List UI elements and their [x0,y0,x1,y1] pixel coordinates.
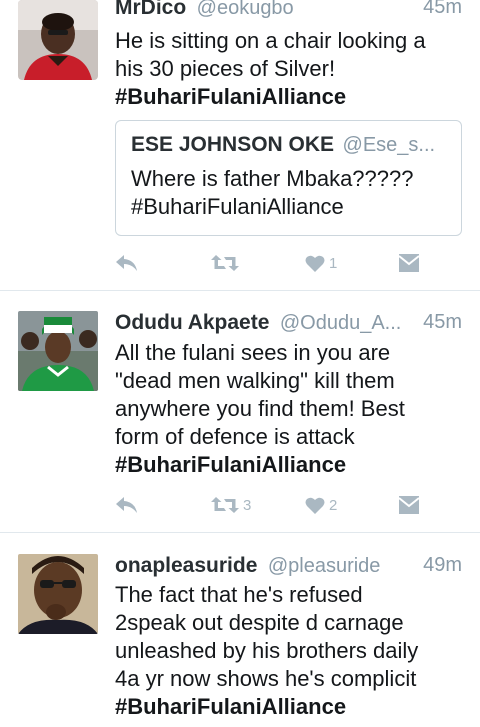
avatar-photo-icon [18,311,98,391]
retweet-icon [211,497,239,513]
tweet-text-line: "dead men walking" kill them [115,368,395,393]
hashtag-link[interactable]: #BuhariFulaniAlliance [115,83,470,111]
quoted-text-line: Where is father Mbaka????? [131,166,414,191]
tweet-text-line: his 30 pieces of Silver! [115,56,336,81]
tweet-text: All the fulani sees in you are "dead men… [115,339,470,479]
tweet[interactable]: MrDico @eokugbo 45m He is sitting on a c… [0,0,480,290]
user-handle[interactable]: @pleasuride [268,555,381,577]
quoted-user-name: ESE JOHNSON OKE [131,133,335,156]
tweet-text-line: anywhere you find them! Best [115,396,405,421]
quoted-text-line: #BuhariFulaniAlliance [131,194,344,219]
timestamp: 45m [423,0,462,18]
envelope-icon [399,496,419,514]
like-button[interactable]: 2 [305,492,337,518]
tweet-text-line: The fact that he's refused [115,582,363,607]
heart-icon [305,255,325,272]
user-handle[interactable]: @Odudu_A... [280,312,401,334]
avatar-photo-icon [18,554,98,634]
direct-message-button[interactable] [399,492,419,518]
retweet-button[interactable]: 3 [211,492,251,518]
envelope-icon [399,254,419,272]
tweet-text-line: 2speak out despite d carnage [115,610,404,635]
quoted-tweet[interactable]: ESE JOHNSON OKE @Ese_s... Where is fathe… [115,120,462,236]
timestamp: 49m [423,554,462,576]
hashtag-link[interactable]: #BuhariFulaniAlliance [115,693,470,721]
tweet-text-line: 4a yr now shows he's complicit [115,666,417,691]
tweet-actions: 1 [115,250,435,276]
tweet-text: The fact that he's refused 2speak out de… [115,581,470,721]
user-name[interactable]: onapleasuride [115,554,257,577]
quoted-tweet-text: Where is father Mbaka????? #BuhariFulani… [131,165,414,221]
like-count: 2 [329,496,338,514]
timestamp: 45m [423,311,462,333]
retweet-button[interactable] [211,250,243,276]
tweet-text-line: All the fulani sees in you are [115,340,391,365]
user-name[interactable]: Odudu Akpaete [115,311,269,334]
retweet-icon [211,255,239,271]
user-name[interactable]: MrDico [115,0,186,19]
tweet[interactable]: Odudu Akpaete @Odudu_A... 45m All the fu… [0,291,480,531]
tweet-text: He is sitting on a chair looking a his 3… [115,27,470,111]
quoted-user-handle: @Ese_s... [342,134,436,156]
tweet-actions: 3 2 [115,492,435,518]
avatar[interactable] [18,554,98,634]
like-count: 1 [329,254,338,272]
retweet-count: 3 [243,496,252,514]
reply-button[interactable] [115,250,139,276]
reply-icon [116,497,137,513]
hashtag-link[interactable]: #BuhariFulaniAlliance [115,451,470,479]
tweet-text-line: He is sitting on a chair looking a [115,28,426,53]
direct-message-button[interactable] [399,250,419,276]
tweet[interactable]: onapleasuride @pleasuride 49m The fact t… [0,533,480,727]
avatar-photo-icon [18,0,98,80]
avatar[interactable] [18,0,98,80]
reply-icon [116,255,137,271]
tweet-text-line: form of defence is attack [115,424,355,449]
user-handle[interactable]: @eokugbo [197,0,294,19]
tweet-text-line: unleashed by his brothers daily [115,638,419,663]
avatar[interactable] [18,311,98,391]
reply-button[interactable] [115,492,139,518]
heart-icon [305,497,325,514]
like-button[interactable]: 1 [305,250,337,276]
